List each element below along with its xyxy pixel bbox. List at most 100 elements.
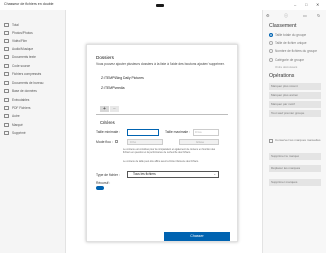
- sidebar-item-label: Documents de bureau: [12, 81, 44, 85]
- move-marked-button[interactable]: Déplacer les marqués: [269, 165, 321, 172]
- sidebar-item-label: Vidéo/Film: [12, 39, 27, 43]
- code-icon: [4, 64, 9, 68]
- remove-marked-button[interactable]: Supprimer marqués: [269, 179, 321, 186]
- mark-newest-button[interactable]: Marquer plus récent: [269, 83, 321, 90]
- sidebar-item-label: Marqué: [12, 123, 23, 127]
- text-document-icon: [4, 55, 9, 59]
- dossiers-heading: Dossiers: [96, 55, 114, 60]
- sidebar-item-label: Code source: [12, 64, 31, 68]
- sidebar-item-label: Total: [12, 23, 19, 27]
- slide-button[interactable]: Glisse: [179, 139, 219, 145]
- office-document-icon: [4, 81, 9, 85]
- hunt-button[interactable]: Chasser: [164, 232, 230, 241]
- sidebar-item-total[interactable]: Total: [4, 22, 64, 28]
- fuzzy-mode-checkbox[interactable]: [115, 140, 118, 143]
- sidebar-item-executables[interactable]: Exécutables: [4, 97, 64, 103]
- right-panel: ⚙ ⓘ ▭ ↻ Classement Taille totale du grou…: [262, 10, 326, 253]
- radio-total-group-size[interactable]: Taille totale du groupe: [269, 33, 306, 37]
- operations-heading: Opérations: [269, 73, 295, 79]
- keep-manual-marks-checkbox[interactable]: Conserver les marques manuelles: [269, 138, 321, 143]
- add-folder-button[interactable]: +: [100, 106, 109, 112]
- trash-icon: [4, 131, 9, 135]
- sidebar-item-video[interactable]: Vidéo/Film: [4, 38, 64, 44]
- sidebar-item-label: Photos/Photos: [12, 31, 33, 35]
- radio-label: Nombre de fichiers du groupe: [275, 49, 317, 53]
- tablet-mode-icon[interactable]: [156, 4, 164, 7]
- file-type-value: Tous les fichiers: [133, 172, 156, 176]
- recursive-label: Récursif :: [96, 181, 111, 185]
- chevron-down-icon: ⌄: [213, 172, 216, 176]
- archive-icon: [4, 72, 9, 76]
- sidebar-item-archives[interactable]: Fichiers compressés: [4, 71, 64, 77]
- sidebar-item-photos[interactable]: Photos/Photos: [4, 30, 64, 36]
- reload-icon[interactable]: ↻: [317, 13, 320, 18]
- video-icon: [4, 39, 9, 43]
- sidebar-item-marked[interactable]: Marqué: [4, 122, 64, 128]
- audio-icon: [4, 47, 9, 51]
- file-type-dropdown[interactable]: Tous les fichiers ⌄: [127, 171, 219, 178]
- title-bar: Chasseur de fichiers en double – □ ✕: [0, 0, 326, 10]
- marked-icon: [4, 123, 9, 127]
- sidebar-item-database[interactable]: Base de données: [4, 88, 64, 94]
- radio-file-count[interactable]: Nombre de fichiers du groupe: [269, 49, 317, 53]
- settings-icon[interactable]: ⚙: [266, 13, 270, 18]
- sidebar-item-label: Supprimé: [12, 131, 26, 135]
- category-sidebar: Total Photos/Photos Vidéo/Film Audio/Mus…: [0, 10, 66, 253]
- pdf-icon: [4, 106, 9, 110]
- search-dialog: Dossiers Vous pouvez ajouter plusieurs d…: [86, 44, 238, 242]
- maximize-icon[interactable]: □: [305, 2, 307, 7]
- sidebar-item-label: Base de données: [12, 89, 37, 93]
- radio-label: Catégorie de groupe: [275, 58, 305, 62]
- photo-icon: [4, 31, 9, 35]
- max-size-label: Taille maximale :: [165, 130, 191, 134]
- criteres-heading: Critères: [100, 120, 115, 125]
- total-icon: [4, 23, 9, 27]
- mark-oldest-button[interactable]: Marquer plus ancien: [269, 92, 321, 99]
- sidebar-item-deleted[interactable]: Supprimé: [4, 130, 64, 136]
- remove-folder-button[interactable]: −: [110, 106, 119, 112]
- delete-marked-button[interactable]: Supprimer le marqué: [269, 153, 321, 160]
- sidebar-item-audio[interactable]: Audio/Musique: [4, 46, 64, 52]
- other-icon: [4, 114, 9, 118]
- radio-group-category[interactable]: Catégorie de groupe: [269, 58, 304, 62]
- minimize-icon[interactable]: –: [294, 2, 296, 7]
- mark-by-pattern-button[interactable]: Marquer par motif: [269, 101, 321, 108]
- sidebar-item-code[interactable]: Code source: [4, 63, 64, 69]
- classement-heading: Classement: [269, 23, 297, 29]
- fuzzy-note: Le contenu est constitué pour la compara…: [123, 148, 216, 154]
- radio-label: Taille totale du groupe: [275, 33, 307, 37]
- sidebar-item-office[interactable]: Documents de bureau: [4, 80, 64, 86]
- sidebar-item-pdf[interactable]: PDF Fichiers: [4, 105, 64, 111]
- order-text[interactable]: Ordre décroissant: [275, 65, 297, 70]
- fuzzy-note-2: Le contenu de taille peut être affiné av…: [123, 160, 199, 163]
- recursive-toggle[interactable]: [96, 186, 104, 190]
- window-title: Chasseur de fichiers en double: [4, 2, 54, 6]
- fuzzy-mode-label: Mode flou :: [96, 140, 113, 144]
- sidebar-item-label: Exécutables: [12, 98, 30, 102]
- sidebar-item-other[interactable]: Autre: [4, 113, 64, 119]
- file-type-label: Type de fichier :: [96, 173, 120, 177]
- radio-label: Taille de fichier unique: [275, 41, 307, 45]
- sidebar-item-text[interactable]: Documents texte: [4, 54, 64, 60]
- folder-icon[interactable]: ▭: [303, 13, 307, 18]
- sidebar-item-label: Fichiers compressés: [12, 72, 42, 76]
- sidebar-item-label: Documents texte: [12, 55, 36, 59]
- checkbox-label: Conserver les marques manuelles: [275, 138, 321, 142]
- radio-single-file-size[interactable]: Taille de fichier unique: [269, 41, 307, 45]
- instructions-text: Vous pouvez ajouter plusieurs dossiers à…: [96, 62, 225, 66]
- database-icon: [4, 89, 9, 93]
- min-size-label: Taille minimale :: [96, 130, 121, 134]
- executable-icon: [4, 98, 9, 102]
- info-icon[interactable]: ⓘ: [284, 13, 288, 19]
- fuzzy-size-select[interactable]: 0 Ko: [127, 139, 163, 145]
- sidebar-item-label: Autre: [12, 114, 20, 118]
- sidebar-item-label: PDF Fichiers: [12, 106, 31, 110]
- min-size-input[interactable]: [127, 129, 159, 136]
- folder-path-item[interactable]: Z:\TEMP\media: [101, 86, 125, 90]
- divider: [96, 114, 228, 115]
- close-icon[interactable]: ✕: [316, 2, 319, 7]
- max-size-input[interactable]: 0 Go: [193, 129, 219, 136]
- folder-path-item[interactable]: Z:\TEMP\Bing Daily Pictures: [101, 76, 144, 80]
- mark-all-but-first-button[interactable]: Tout sauf premier groupe: [269, 110, 321, 117]
- sidebar-item-label: Audio/Musique: [12, 47, 34, 51]
